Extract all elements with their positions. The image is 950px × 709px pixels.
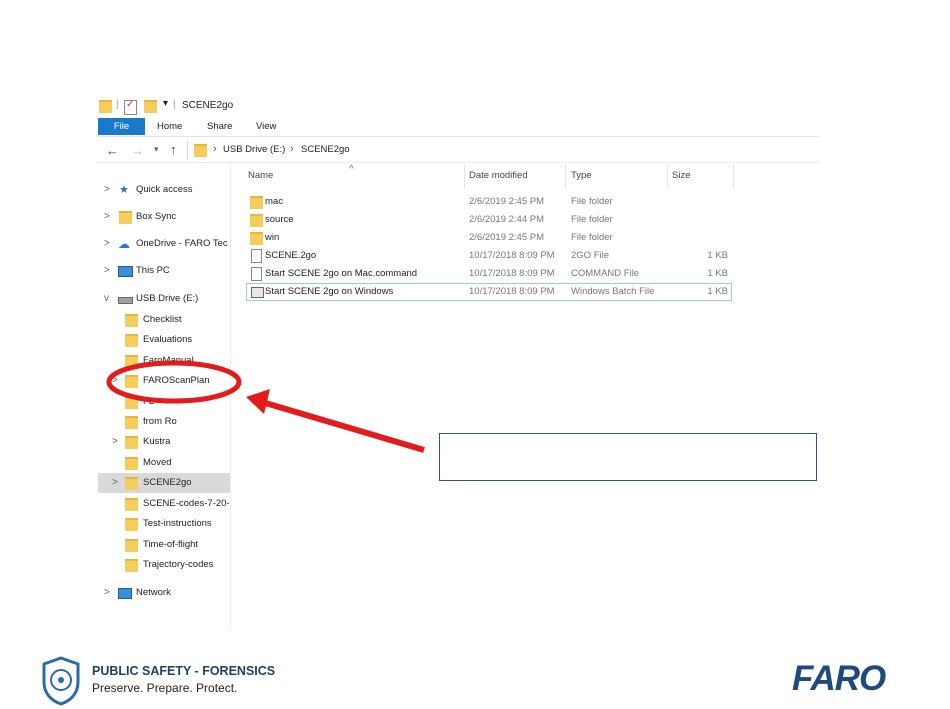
annotation-overlay [106, 360, 425, 453]
annotation-callout-box [439, 433, 817, 481]
branding-title: PUBLIC SAFETY - FORENSICS [92, 664, 276, 678]
pointer-arrow-head [246, 389, 270, 414]
pointer-arrow-shaft [261, 399, 425, 453]
faro-logo: FARO [792, 659, 886, 698]
branding-tagline: Preserve. Prepare. Protect. [92, 681, 238, 695]
shield-logo [42, 656, 80, 706]
highlight-ellipse [106, 360, 242, 404]
